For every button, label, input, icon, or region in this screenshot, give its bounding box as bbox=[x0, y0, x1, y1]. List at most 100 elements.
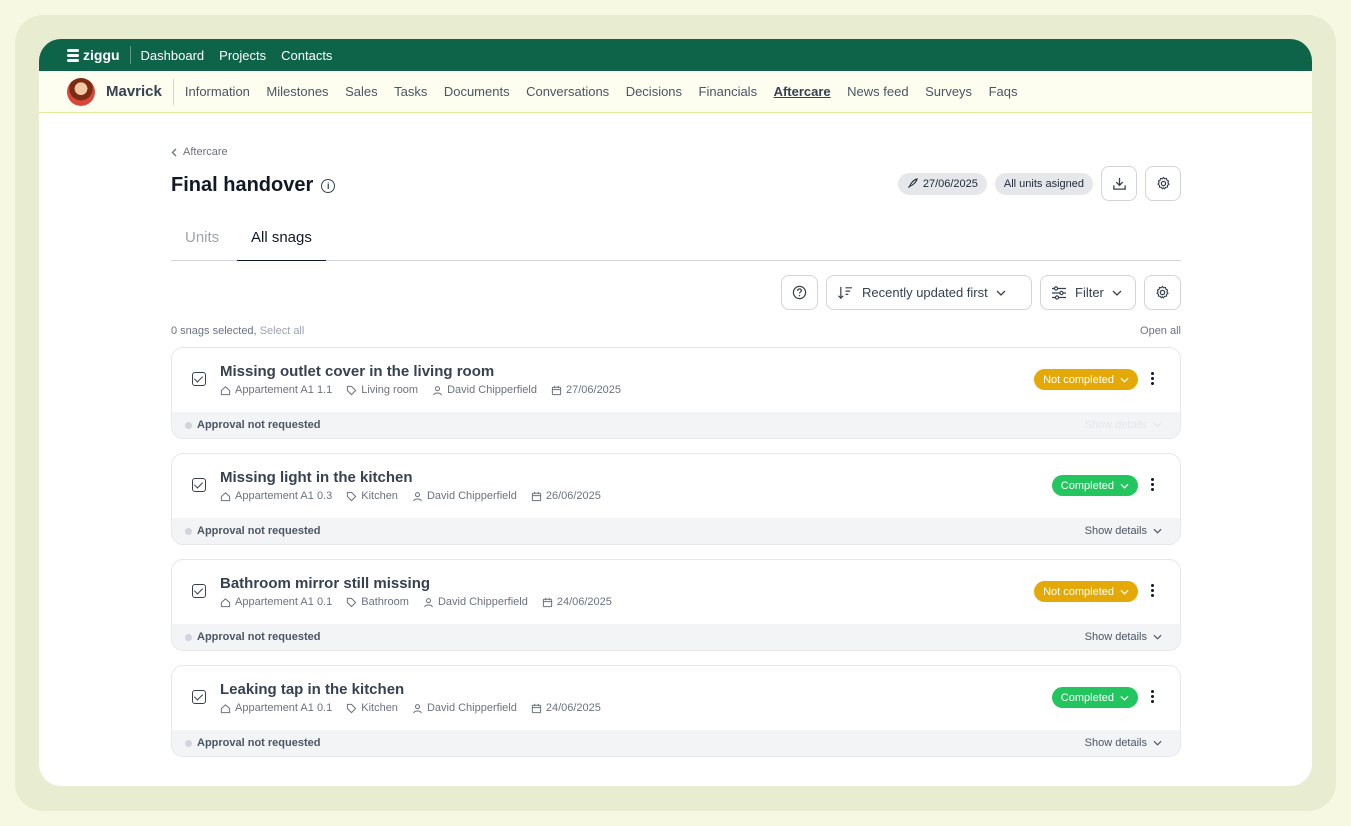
snag-meta: Appartement A1 0.3 Kitchen David Chipper… bbox=[220, 490, 601, 502]
gear-icon bbox=[1156, 176, 1170, 190]
approval-status: Approval not requested bbox=[197, 737, 321, 749]
snag-footer: Approval not requested Show details bbox=[172, 518, 1180, 544]
snag-checkbox[interactable] bbox=[192, 372, 206, 386]
chevron-down-icon bbox=[1120, 695, 1129, 701]
page-tabs: Units All snags bbox=[171, 225, 1181, 261]
tab-sales[interactable]: Sales bbox=[345, 84, 378, 99]
logo-text: ziggu bbox=[83, 47, 120, 63]
show-details-button[interactable]: Show details bbox=[1085, 730, 1162, 756]
snag-person: David Chipperfield bbox=[426, 702, 517, 714]
project-nav: Information Milestones Sales Tasks Docum… bbox=[185, 84, 1018, 99]
tab-tasks[interactable]: Tasks bbox=[394, 84, 427, 99]
rocket-icon bbox=[907, 178, 918, 189]
project-bar: Mavrick Information Milestones Sales Tas… bbox=[39, 71, 1312, 113]
approval-status: Approval not requested bbox=[197, 419, 321, 431]
sort-dropdown[interactable]: Recently updated first bbox=[826, 275, 1032, 310]
snag-card[interactable]: Bathroom mirror still missing Appartemen… bbox=[171, 559, 1181, 651]
snag-card[interactable]: Missing outlet cover in the living room … bbox=[171, 347, 1181, 439]
download-button[interactable] bbox=[1101, 166, 1137, 201]
ziggu-logo[interactable]: ziggu bbox=[67, 46, 131, 64]
tag-icon bbox=[347, 385, 357, 395]
approval-status-dot bbox=[185, 633, 192, 641]
snag-checkbox[interactable] bbox=[192, 584, 206, 598]
home-icon bbox=[220, 491, 231, 501]
snag-checkbox[interactable] bbox=[192, 478, 206, 492]
breadcrumb[interactable]: Aftercare bbox=[171, 146, 228, 158]
status-dropdown[interactable]: Completed bbox=[1051, 687, 1138, 708]
main-nav: Dashboard Projects Contacts bbox=[141, 48, 333, 63]
nav-contacts[interactable]: Contacts bbox=[281, 48, 332, 63]
snag-date: 24/06/2025 bbox=[556, 596, 612, 608]
list-settings-button[interactable] bbox=[1144, 275, 1181, 310]
home-icon bbox=[220, 597, 231, 607]
select-all-link[interactable]: Select all bbox=[260, 325, 305, 337]
status-dropdown[interactable]: Not completed bbox=[1034, 369, 1138, 390]
snag-room: Kitchen bbox=[361, 702, 398, 714]
tab-units[interactable]: Units bbox=[171, 225, 233, 261]
show-details-label: Show details bbox=[1084, 737, 1147, 749]
download-icon bbox=[1112, 177, 1126, 190]
more-options-icon[interactable] bbox=[1151, 372, 1154, 385]
tab-all-snags[interactable]: All snags bbox=[237, 225, 326, 261]
project-avatar[interactable] bbox=[67, 77, 95, 106]
show-details-button[interactable]: Show details bbox=[1085, 412, 1162, 438]
tab-milestones[interactable]: Milestones bbox=[266, 84, 328, 99]
snag-card[interactable]: Missing light in the kitchen Appartement… bbox=[171, 453, 1181, 545]
snag-meta: Appartement A1 0.1 Bathroom David Chippe… bbox=[220, 596, 612, 608]
approval-status-dot bbox=[185, 739, 192, 747]
chevron-down-icon bbox=[1153, 634, 1162, 640]
tab-financials[interactable]: Financials bbox=[699, 84, 758, 99]
snag-title: Leaking tap in the kitchen bbox=[220, 681, 405, 698]
tab-surveys[interactable]: Surveys bbox=[925, 84, 972, 99]
show-details-label: Show details bbox=[1084, 631, 1147, 643]
nav-dashboard[interactable]: Dashboard bbox=[141, 48, 205, 63]
snag-unit: Appartement A1 0.1 bbox=[235, 702, 333, 714]
page-title: Final handover bbox=[171, 174, 314, 196]
tab-faqs[interactable]: Faqs bbox=[989, 84, 1018, 99]
sort-label: Recently updated first bbox=[862, 285, 988, 300]
snag-date: 26/06/2025 bbox=[545, 490, 601, 502]
filter-dropdown[interactable]: Filter bbox=[1040, 275, 1136, 310]
tab-conversations[interactable]: Conversations bbox=[526, 84, 609, 99]
show-details-button[interactable]: Show details bbox=[1085, 624, 1162, 650]
filter-icon bbox=[1052, 285, 1066, 300]
more-options-icon[interactable] bbox=[1151, 478, 1154, 491]
settings-button[interactable] bbox=[1145, 166, 1181, 201]
chevron-down-icon bbox=[1120, 589, 1129, 595]
assigned-badge-label: All units asigned bbox=[1003, 177, 1084, 190]
status-dropdown[interactable]: Not completed bbox=[1034, 581, 1138, 602]
more-options-icon[interactable] bbox=[1151, 584, 1154, 597]
tab-decisions[interactable]: Decisions bbox=[626, 84, 682, 99]
snag-date: 24/06/2025 bbox=[545, 702, 601, 714]
open-all-link[interactable]: Open all bbox=[1140, 325, 1181, 337]
info-icon[interactable]: i bbox=[321, 178, 336, 193]
approval-status: Approval not requested bbox=[197, 525, 321, 537]
chevron-down-icon bbox=[1153, 528, 1162, 534]
project-name[interactable]: Mavrick bbox=[106, 78, 174, 105]
snag-date: 27/06/2025 bbox=[565, 384, 622, 396]
nav-projects[interactable]: Projects bbox=[219, 48, 266, 63]
snag-checkbox[interactable] bbox=[192, 690, 206, 704]
tab-aftercare[interactable]: Aftercare bbox=[774, 84, 831, 99]
home-icon bbox=[220, 703, 231, 713]
status-dropdown[interactable]: Completed bbox=[1051, 475, 1138, 496]
approval-status-dot bbox=[185, 421, 192, 429]
snag-card[interactable]: Leaking tap in the kitchen Appartement A… bbox=[171, 665, 1181, 757]
status-label: Not completed bbox=[1043, 585, 1114, 598]
date-badge-label: 27/06/2025 bbox=[922, 177, 978, 190]
calendar-icon bbox=[531, 703, 541, 713]
more-options-icon[interactable] bbox=[1151, 690, 1154, 703]
tab-news-feed[interactable]: News feed bbox=[847, 84, 908, 99]
date-badge: 27/06/2025 bbox=[897, 172, 987, 195]
tab-documents[interactable]: Documents bbox=[444, 84, 510, 99]
help-button[interactable] bbox=[781, 275, 818, 310]
tab-information[interactable]: Information bbox=[185, 84, 250, 99]
calendar-icon bbox=[542, 597, 552, 607]
chevron-down-icon bbox=[1120, 377, 1129, 383]
chevron-down-icon bbox=[996, 290, 1006, 296]
show-details-button[interactable]: Show details bbox=[1085, 518, 1162, 544]
selection-count: 0 snags selected, bbox=[171, 325, 257, 337]
status-label: Completed bbox=[1060, 691, 1114, 704]
user-icon bbox=[413, 703, 422, 713]
snag-unit: Appartement A1 0.1 bbox=[235, 596, 333, 608]
